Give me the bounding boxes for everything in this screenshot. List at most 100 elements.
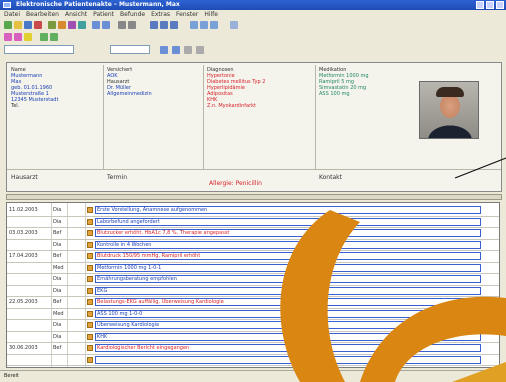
menu-item[interactable]: Extras	[151, 10, 170, 19]
refresh-icon[interactable]	[172, 46, 180, 54]
entry-icon	[87, 345, 93, 351]
calendar-icon[interactable]	[58, 21, 66, 29]
maximize-button[interactable]	[486, 1, 494, 9]
table-row[interactable]: Dia KHK	[7, 332, 499, 342]
entry-type: Dia	[53, 322, 62, 328]
entry-text: Metformin 1000 mg 1-0-1	[97, 264, 162, 271]
settings-icon[interactable]	[118, 21, 126, 29]
entry-date: 11.02.2003	[9, 207, 38, 213]
table-row[interactable]: Med Metformin 1000 mg 1-0-1	[7, 263, 499, 273]
entry-text: EKG	[97, 287, 108, 294]
confirm-icon[interactable]	[50, 33, 58, 41]
menu-item[interactable]: Bearbeiten	[26, 10, 59, 19]
entry-type: Dia	[53, 287, 62, 294]
diagnoses-list: Diagnosen Hypertonie Diabetes mellitus T…	[207, 67, 313, 109]
window-titlebar: Elektronische Patientenakte – Mustermann…	[0, 0, 506, 10]
table-row[interactable]: 22.05.2003 Bef Belastungs-EKG auffällig, Ü…	[7, 297, 499, 307]
check-icon[interactable]	[40, 33, 48, 41]
save-icon[interactable]	[24, 21, 32, 29]
app-icon	[3, 2, 11, 8]
entry-text: Überweisung Kardiologie	[97, 322, 160, 328]
chart-icon[interactable]	[160, 21, 168, 29]
table-row[interactable]: Dia EKG	[7, 286, 499, 296]
entry-icon	[87, 299, 93, 305]
close-button[interactable]	[496, 1, 504, 9]
entry-text: Kardiologischer Bericht eingegangen	[97, 345, 190, 351]
table-row[interactable]: 30.06.2003 Bef Kardiologischer Bericht ein…	[7, 343, 499, 353]
entry-icon	[87, 333, 93, 340]
entry-date: 22.05.2003	[9, 299, 38, 305]
entry-icon	[87, 230, 93, 236]
entry-icon	[87, 241, 93, 248]
minimize-button[interactable]	[476, 1, 484, 9]
entry-frame	[95, 355, 481, 364]
back-icon[interactable]	[184, 46, 192, 54]
open-icon[interactable]	[14, 21, 22, 29]
entry-type: Dia	[53, 218, 62, 225]
allergy-alert[interactable]: Allergie: Penicillin	[209, 180, 262, 187]
table-row[interactable]: Dia Ernährungsberatung empfohlen	[7, 274, 499, 284]
filter-select[interactable]	[110, 45, 150, 54]
help-icon[interactable]	[230, 21, 238, 29]
print-icon[interactable]	[78, 21, 86, 29]
entry-text: KHK	[97, 333, 108, 340]
diagnosis-item[interactable]: Z.n. Myokardinfarkt	[207, 103, 313, 109]
table-row[interactable]: Med ASS 100 mg 1-0-0	[7, 309, 499, 319]
entry-icon	[87, 276, 93, 282]
footer-label: Kontakt	[319, 174, 342, 181]
table-row[interactable]: Dia Überweisung Kardiologie	[7, 320, 499, 330]
report-icon[interactable]	[170, 21, 178, 29]
menu-item[interactable]: Fenster	[176, 10, 198, 19]
phone-label: Tel.	[11, 103, 20, 109]
medication-item[interactable]: ASS 100 mg	[319, 91, 413, 97]
patient-icon[interactable]	[48, 21, 56, 29]
tools-icon[interactable]	[128, 21, 136, 29]
list-icon[interactable]	[150, 21, 158, 29]
flag-icon[interactable]	[4, 33, 12, 41]
menu-item[interactable]: Befunde	[120, 10, 145, 19]
table-row[interactable]: Dia Laborbefund angefordert	[7, 217, 499, 227]
toolbar-main	[0, 20, 506, 31]
menu-item[interactable]: Patient	[93, 10, 114, 19]
entries-table: 11.02.2003 Dia Erste Vorstellung, Anamnese…	[6, 202, 500, 368]
lab-icon[interactable]	[68, 21, 76, 29]
entry-text: Blutdruck 150/95 mmHg, Ramipril erhöht	[97, 253, 201, 259]
entry-text: Blutzucker erhöht, HbA1c 7,8 %, Therapie…	[97, 230, 230, 236]
entry-type: Bef	[53, 299, 62, 305]
entry-type: Dia	[53, 241, 62, 248]
view-icon[interactable]	[190, 21, 198, 29]
mark-icon[interactable]	[14, 33, 22, 41]
insurance-info: Versichert AOK Hausarzt Dr. Müller Allge…	[107, 67, 199, 97]
splitter[interactable]	[6, 194, 502, 200]
entry-icon	[87, 218, 93, 225]
entry-text: Kontrolle in 4 Wochen	[97, 241, 152, 248]
entry-type: Med	[53, 310, 64, 317]
highlight-icon[interactable]	[24, 33, 32, 41]
table-row[interactable]: 11.02.2003 Dia Erste Vorstellung, Anamnese…	[7, 205, 499, 215]
fax-icon[interactable]	[102, 21, 110, 29]
entry-icon	[87, 264, 93, 271]
entry-icon	[87, 310, 93, 317]
forward-icon[interactable]	[196, 46, 204, 54]
menu-item[interactable]: Hilfe	[204, 10, 218, 19]
window-title: Elektronische Patientenakte – Mustermann…	[16, 1, 180, 8]
delete-icon[interactable]	[34, 21, 42, 29]
table-row[interactable]: Dia Kontrolle in 4 Wochen	[7, 240, 499, 250]
new-icon[interactable]	[4, 21, 12, 29]
menu-item[interactable]: Ansicht	[65, 10, 87, 19]
menu-item[interactable]: Datei	[4, 10, 20, 19]
entry-type: Dia	[53, 276, 62, 282]
patient-search-input[interactable]	[4, 45, 74, 54]
filter-icon[interactable]	[200, 21, 208, 29]
sort-icon[interactable]	[210, 21, 218, 29]
entry-icon	[87, 322, 93, 328]
letter-icon[interactable]	[92, 21, 100, 29]
toolbar-secondary	[0, 32, 506, 43]
table-row[interactable]	[7, 355, 499, 365]
patient-footer: Hausarzt Termin Allergie: Penicillin Kon…	[7, 169, 501, 192]
table-row[interactable]: 03.03.2003 Bef Blutzucker erhöht, HbA1c 7,…	[7, 228, 499, 238]
table-row[interactable]: 17.04.2003 Bef Blutdruck 150/95 mmHg, Rami…	[7, 251, 499, 261]
search-icon[interactable]	[160, 46, 168, 54]
entry-text: Laborbefund angefordert	[97, 218, 160, 225]
patient-identity: Name Mustermann Max geb. 01.01.1960 Must…	[11, 67, 101, 109]
